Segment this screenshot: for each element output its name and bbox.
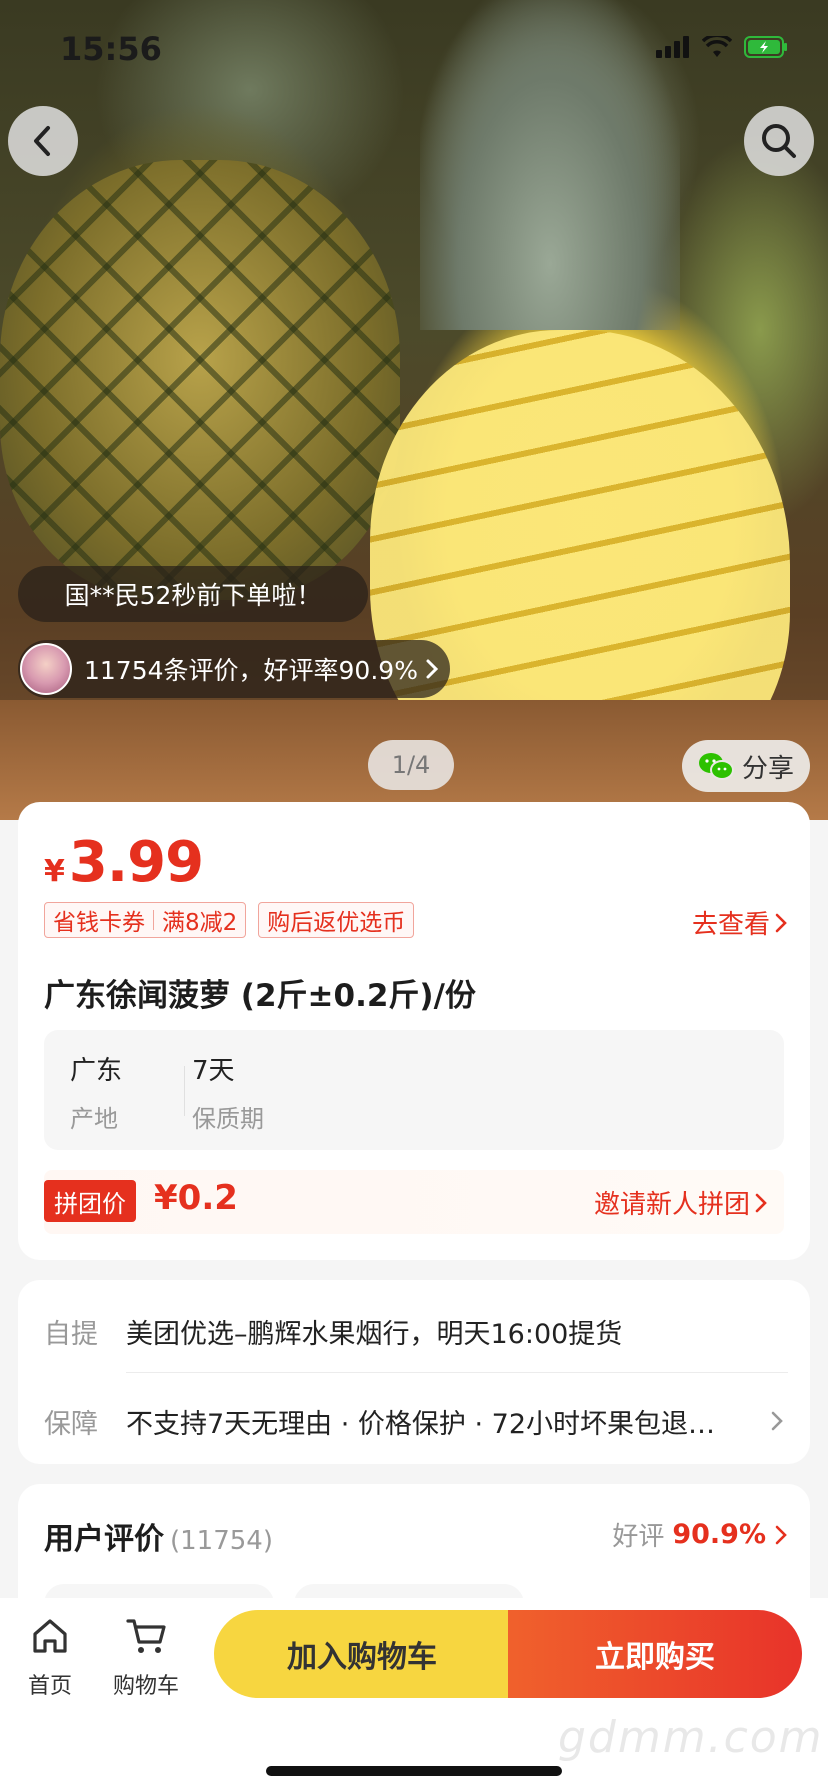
reviews-title: 用户评价	[44, 1522, 164, 1557]
add-to-cart-button[interactable]: 加入购物车	[214, 1610, 510, 1698]
service-divider	[126, 1372, 788, 1373]
tag-divider	[153, 910, 154, 930]
reviews-summary-pill[interactable]: 11754条评价，好评率90.9%	[18, 640, 450, 698]
status-time: 15:56	[60, 30, 162, 68]
wechat-icon	[698, 753, 734, 780]
invite-group-link[interactable]: 邀请新人拼团	[594, 1184, 768, 1221]
shopping-cart-icon	[126, 1619, 166, 1653]
nav-cart[interactable]: 购物车	[101, 1616, 191, 1700]
check-coupons-link[interactable]: 去查看	[692, 904, 788, 941]
nav-home-label: 首页	[27, 1674, 72, 1699]
home-icon	[33, 1619, 67, 1653]
wifi-icon	[702, 36, 732, 57]
price-currency: ¥	[44, 854, 65, 889]
pickup-value: 美团优选–鹏辉水果烟行，明天16:00提货	[126, 1318, 623, 1350]
reviews-summary-text: 11754条评价，好评率90.9%	[84, 656, 418, 685]
gallery-counter-text: 1/4	[391, 751, 431, 779]
spec-shelf-life-value: 7天	[192, 1056, 235, 1086]
pineapple-whole-image	[0, 160, 400, 600]
product-specs: 广东 产地 7天 保质期	[44, 1030, 784, 1150]
guarantee-row[interactable]: 保障 不支持7天无理由 · 价格保护 · 72小时坏果包退…	[44, 1400, 784, 1442]
battery-charging-icon	[744, 36, 787, 58]
check-coupons-label: 去查看	[691, 910, 770, 940]
rating-label: 好评	[612, 1522, 665, 1552]
search-button[interactable]	[744, 106, 814, 176]
watermark: gdmm.com	[558, 1712, 824, 1763]
promo-tags[interactable]: 省钱卡券 满8减2 购后返优选币	[44, 902, 415, 938]
share-button[interactable]: 分享	[682, 740, 810, 792]
reviewer-avatar	[20, 643, 72, 695]
reviews-rating-link[interactable]: 好评 90.9%	[612, 1516, 788, 1553]
chevron-right-icon	[775, 913, 787, 932]
coupon-tag-discount: 满8减2	[162, 910, 238, 936]
product-title: 广东徐闻菠萝 (2斤±0.2斤)/份	[44, 978, 476, 1014]
recent-order-text: 国**民52秒前下单啦！	[64, 581, 322, 610]
reviews-header: 用户评价 (11754)	[44, 1514, 273, 1558]
buy-now-button[interactable]: 立即购买	[508, 1610, 802, 1698]
guarantee-label: 保障	[44, 1408, 98, 1440]
rating-value: 90.9%	[672, 1519, 766, 1550]
group-buy-bar[interactable]: 拼团价 ¥0.2 邀请新人拼团	[44, 1170, 784, 1234]
service-card: 自提 美团优选–鹏辉水果烟行，明天16:00提货 保障 不支持7天无理由 · 价…	[18, 1280, 810, 1464]
group-buy-badge: 拼团价	[44, 1180, 136, 1222]
chevron-right-icon	[771, 1411, 783, 1431]
coupon-tag-label: 省钱卡券	[53, 910, 145, 936]
back-button[interactable]	[8, 106, 78, 176]
pickup-label: 自提	[44, 1318, 98, 1350]
guarantee-value: 不支持7天无理由 · 价格保护 · 72小时坏果包退…	[126, 1408, 716, 1440]
chevron-right-icon	[426, 659, 439, 679]
cellular-signal-icon	[656, 36, 689, 58]
recent-order-toast: 国**民52秒前下单啦！	[18, 566, 368, 622]
gallery-counter: 1/4	[368, 740, 454, 790]
spec-origin-value: 广东	[70, 1056, 123, 1086]
spec-origin: 广东 产地	[70, 1050, 122, 1134]
group-buy-price: ¥0.2	[154, 1178, 238, 1218]
nav-cart-label: 购物车	[112, 1674, 179, 1699]
home-indicator	[266, 1766, 562, 1776]
search-icon	[762, 124, 796, 158]
status-bar: 15:56	[0, 0, 828, 96]
spec-divider	[184, 1066, 185, 1116]
share-label: 分享	[741, 753, 794, 784]
nav-home[interactable]: 首页	[5, 1616, 95, 1700]
spec-origin-label: 产地	[70, 1105, 118, 1133]
bottom-action-bar: 首页 购物车 加入购物车 立即购买 gdmm.com	[0, 1598, 828, 1792]
invite-group-label: 邀请新人拼团	[593, 1190, 750, 1220]
cashback-tag-label: 购后返优选币	[267, 910, 406, 936]
reviews-count: (11754)	[170, 1526, 273, 1556]
chevron-right-icon	[755, 1193, 767, 1212]
chevron-right-icon	[775, 1525, 787, 1544]
price: ¥ 3.99	[44, 830, 204, 895]
coupon-tag[interactable]: 省钱卡券 满8减2	[44, 902, 247, 938]
pickup-row[interactable]: 自提 美团优选–鹏辉水果烟行，明天16:00提货	[44, 1310, 784, 1352]
chevron-left-icon	[34, 126, 50, 156]
price-amount: 3.99	[68, 830, 204, 895]
product-info-card: ¥ 3.99 省钱卡券 满8减2 购后返优选币 去查看 广东徐闻菠萝 (2斤±0…	[18, 802, 810, 1260]
spec-shelf-life: 7天 保质期	[192, 1050, 264, 1134]
spec-shelf-life-label: 保质期	[192, 1105, 264, 1133]
cashback-tag[interactable]: 购后返优选币	[258, 902, 415, 938]
